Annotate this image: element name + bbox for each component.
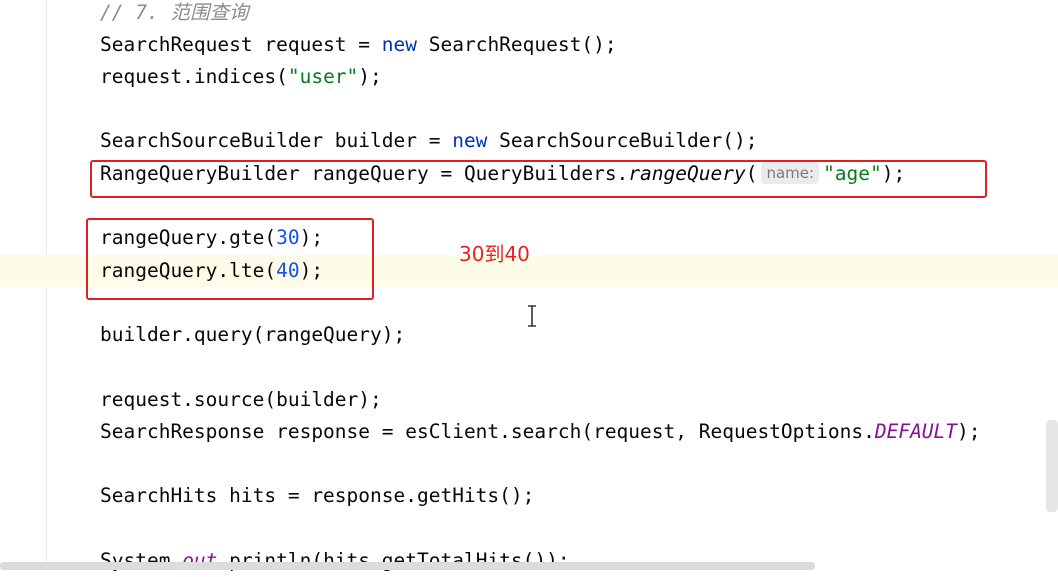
text-cursor-icon bbox=[528, 305, 536, 327]
static-field: DEFAULT bbox=[874, 420, 958, 443]
code-text: SearchResponse response = esClient.searc… bbox=[100, 420, 875, 443]
type-name: SearchSourceBuilder bbox=[100, 129, 324, 152]
code-text: builder = bbox=[323, 129, 453, 152]
string-literal: "user" bbox=[287, 65, 359, 88]
code-line-println[interactable]: System.out.println(hits.getTotalHits()); bbox=[100, 545, 570, 577]
code-text: request = bbox=[252, 33, 382, 56]
code-text: ); bbox=[358, 65, 382, 88]
code-line-source-builder[interactable]: SearchSourceBuilder builder = new Search… bbox=[100, 125, 757, 157]
horizontal-scrollbar[interactable] bbox=[0, 562, 815, 570]
code-text: SearchRequest(); bbox=[417, 33, 617, 56]
code-text: ); bbox=[957, 420, 981, 443]
code-line-search-response[interactable]: SearchResponse response = esClient.searc… bbox=[100, 416, 981, 448]
type-name: SearchRequest bbox=[100, 33, 253, 56]
code-line-indices[interactable]: request.indices("user"); bbox=[100, 61, 382, 93]
annotation-label: 30到40 bbox=[459, 242, 530, 266]
highlight-box-gte-lte bbox=[86, 218, 374, 300]
vertical-scrollbar[interactable] bbox=[1046, 420, 1058, 512]
comment-text: // 7. 范围查询 bbox=[100, 1, 249, 24]
keyword-new: new bbox=[381, 33, 417, 56]
code-line-comment[interactable]: // 7. 范围查询 bbox=[100, 0, 248, 29]
code-line-builder-query[interactable]: builder.query(rangeQuery); bbox=[100, 319, 405, 351]
code-line-search-hits[interactable]: SearchHits hits = response.getHits(); bbox=[100, 480, 534, 512]
code-line-search-request[interactable]: SearchRequest request = new SearchReques… bbox=[100, 29, 617, 61]
keyword-new: new bbox=[452, 129, 488, 152]
code-line-request-source[interactable]: request.source(builder); bbox=[100, 384, 382, 416]
code-text: SearchSourceBuilder(); bbox=[487, 129, 758, 152]
highlight-box-range-query bbox=[90, 160, 987, 198]
code-text: request.indices( bbox=[100, 65, 288, 88]
